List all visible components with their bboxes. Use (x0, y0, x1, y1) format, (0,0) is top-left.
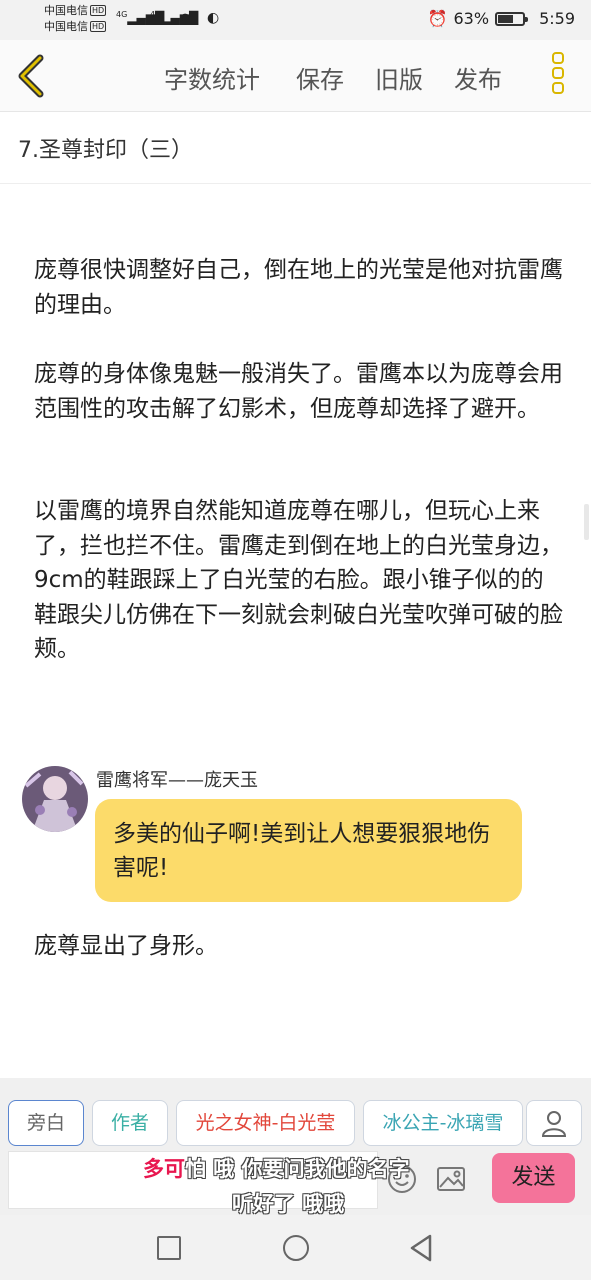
more-menu-icon[interactable] (550, 52, 566, 100)
story-paragraph[interactable]: 庞尊显出了身形。 (34, 929, 564, 964)
wifi-icon: ≋ (181, 10, 193, 26)
scrollbar-thumb[interactable] (584, 504, 589, 540)
battery-percent: 63% (453, 9, 490, 28)
carrier-label-1: 中国电信 HD (44, 4, 107, 17)
story-paragraph[interactable]: 庞尊很快调整好自己，倒在地上的光莹是他对抗雷鹰的理由。 (34, 253, 564, 322)
publish-button[interactable]: 发布 (454, 60, 502, 95)
story-paragraph[interactable]: 庞尊的身体像鬼魅一般消失了。雷鹰本以为庞尊会用范围性的攻击解了幻影术，但庞尊却选… (34, 357, 564, 426)
role-composer: 旁白 作者 光之女神-白光莹 冰公主-冰璃雪 发送 多可怕 哦 你要问我他的名字… (0, 1078, 591, 1216)
role-chip-character[interactable]: 光之女神-白光莹 (176, 1100, 355, 1146)
recent-apps-icon[interactable] (157, 1236, 181, 1260)
system-nav-bar (0, 1215, 591, 1280)
dialogue-bubble[interactable]: 多美的仙子啊!美到让人想要狠狠地伤害呢! (95, 799, 522, 902)
home-icon[interactable] (283, 1235, 309, 1261)
role-chip-author[interactable]: 作者 (92, 1100, 168, 1146)
user-icon (541, 1111, 567, 1137)
add-role-button[interactable] (526, 1100, 582, 1146)
role-chip-narration[interactable]: 旁白 (8, 1100, 84, 1146)
danmu-overlay-line: 多可怕 哦 你要问我他的名字 (143, 1157, 410, 1181)
role-chip-character[interactable]: 冰公主-冰璃雪 (363, 1100, 523, 1146)
alarm-icon: ⏰ (427, 9, 448, 28)
character-avatar[interactable] (22, 766, 88, 832)
image-icon[interactable] (436, 1164, 466, 1194)
danmu-overlay-line: 听好了 哦哦 (232, 1192, 345, 1216)
speaker-name: 雷鹰将军——庞天玉 (96, 770, 258, 791)
data-saver-icon: ◐ (207, 10, 220, 26)
old-version-button[interactable]: 旧版 (375, 60, 423, 95)
story-paragraph[interactable]: 以雷鹰的境界自然能知道庞尊在哪儿，但玩心上来了，拦也拦不住。雷鹰走到倒在地上的白… (34, 494, 564, 667)
editor-toolbar: 字数统计 保存 旧版 发布 (0, 40, 591, 112)
carrier-label-2: 中国电信 HD (44, 20, 107, 33)
word-count-button[interactable]: 字数统计 (164, 60, 260, 95)
chapter-title[interactable]: 7.圣尊封印（三） (18, 132, 193, 164)
save-button[interactable]: 保存 (296, 60, 344, 95)
back-button[interactable] (14, 54, 50, 98)
chapter-title-row: 7.圣尊封印（三） (0, 112, 591, 184)
battery-icon (495, 11, 529, 26)
status-bar: 中国电信 HD 中国电信 HD 4G▂▄▆█ 4G▂▄▆█ ≋ ◐ ⏰ 63% 5:… (0, 0, 591, 40)
send-button[interactable]: 发送 (492, 1153, 575, 1203)
back-triangle-icon[interactable] (406, 1233, 436, 1263)
clock: 5:59 (539, 9, 575, 28)
chevron-left-icon (18, 54, 44, 98)
